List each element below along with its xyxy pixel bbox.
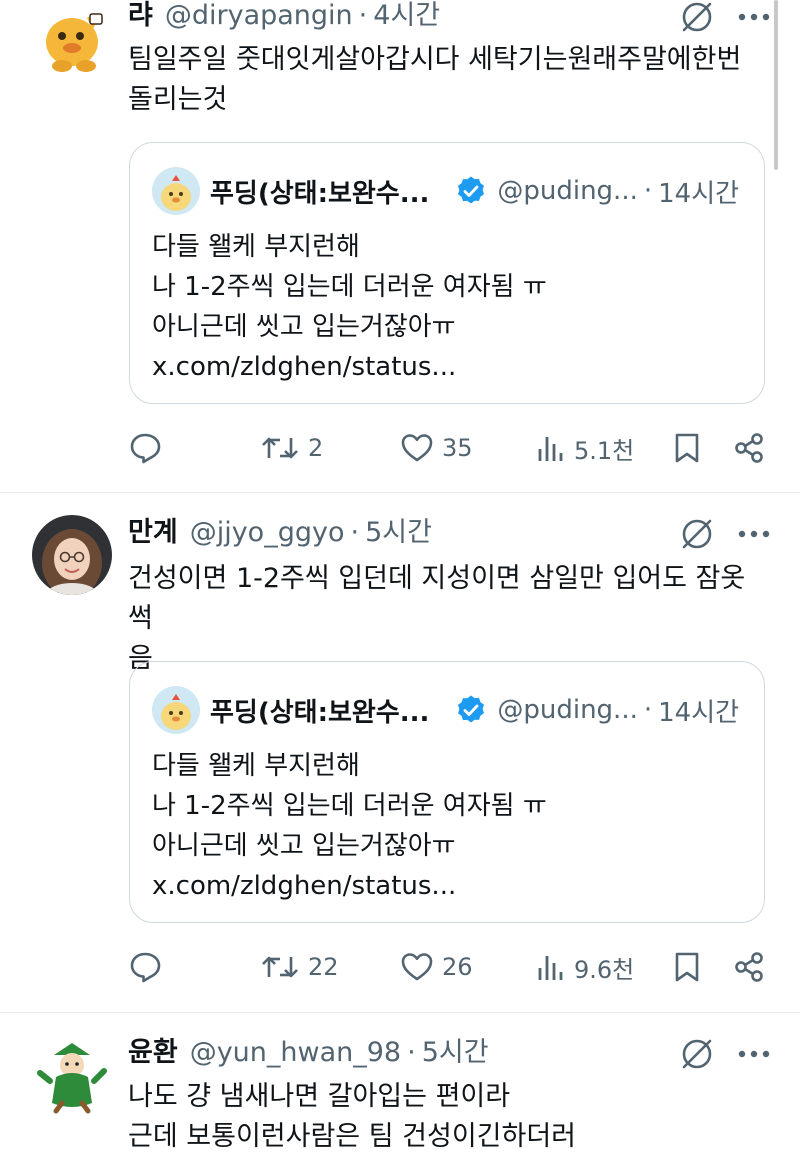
quoted-text-line: 나 1-2주씩 입는데 더러운 여자됨 ㅠ — [152, 791, 547, 821]
tweet[interactable]: 만계 @jjyo_ggyo · 5시간 건성이면 1-2주씩 입던데 지성이면 … — [0, 493, 800, 1013]
action-bar: 2 35 5.1천 — [128, 428, 768, 468]
quoted-header: 푸딩(상태:보완수... @puding... · 14시간 — [210, 690, 748, 730]
views-count: 5.1천 — [574, 436, 635, 465]
tweet-header: 랴 @diryapangin · 4시간 — [128, 0, 440, 34]
quoted-text-line: 아니근데 씻고 입는거잖아ㅠ — [152, 312, 456, 342]
quoted-text-line: 다들 왤케 부지런해 — [152, 751, 360, 781]
quoted-header: 푸딩(상태:보완수... @puding... · 14시간 — [210, 171, 748, 211]
bookmark-icon — [675, 433, 699, 463]
like-count: 35 — [442, 434, 473, 462]
views-icon — [538, 956, 563, 980]
timestamp[interactable]: 5시간 — [365, 515, 432, 551]
separator-dot: · — [358, 0, 368, 31]
grok-icon[interactable] — [680, 1037, 714, 1071]
bookmark-icon — [675, 952, 699, 982]
reply-icon — [130, 952, 161, 983]
quoted-timestamp: 14시간 — [658, 178, 740, 209]
heart-icon — [401, 434, 433, 462]
like-count: 26 — [442, 953, 473, 981]
share-button[interactable] — [732, 947, 766, 987]
timestamp[interactable]: 5시간 — [422, 1035, 489, 1071]
views-button[interactable]: 5.1천 — [536, 428, 634, 468]
separator-dot: · — [350, 517, 360, 548]
bookmark-button[interactable] — [672, 428, 702, 468]
heart-icon — [401, 953, 433, 981]
user-handle[interactable]: @yun_hwan_98 — [190, 1035, 401, 1071]
more-horizontal-icon[interactable] — [734, 517, 774, 551]
share-icon — [735, 433, 763, 463]
quoted-text: 다들 왤케 부지런해 나 1-2주씩 입는데 더러운 여자됨 ㅠ 아니근데 씻고… — [152, 227, 547, 387]
quoted-text-line: 다들 왤케 부지런해 — [152, 232, 360, 262]
reply-button[interactable] — [128, 947, 162, 987]
share-button[interactable] — [732, 428, 766, 468]
timeline: 랴 @diryapangin · 4시간 팀일주일 줏대잇게살아갑시다 세탁기는… — [0, 0, 800, 1174]
quoted-avatar[interactable] — [152, 167, 200, 215]
tweet-text: 나도 걍 냄새나면 갈아입는 편이라 근데 보통이런사람은 팀 건성이긴하더러 — [128, 1081, 577, 1152]
quoted-text-line: 나 1-2주씩 입는데 더러운 여자됨 ㅠ — [152, 272, 547, 302]
quoted-display-name: 푸딩(상태:보완수... — [210, 697, 430, 728]
tweet[interactable]: 랴 @diryapangin · 4시간 팀일주일 줏대잇게살아갑시다 세탁기는… — [0, 0, 800, 492]
quoted-avatar[interactable] — [152, 686, 200, 734]
display-name[interactable]: 만계 — [128, 515, 178, 551]
user-handle[interactable]: @jjyo_ggyo — [190, 515, 345, 551]
quoted-link[interactable]: x.com/zldghen/status... — [152, 347, 547, 387]
separator-dot: · — [643, 695, 653, 725]
quoted-handle: @puding... — [497, 176, 638, 206]
reply-button[interactable] — [128, 428, 162, 468]
verified-badge-icon — [458, 695, 485, 723]
more-horizontal-icon[interactable] — [734, 0, 774, 34]
quoted-handle: @puding... — [497, 695, 638, 725]
quoted-tweet[interactable]: 푸딩(상태:보완수... @puding... · 14시간 다들 왤케 부지런… — [129, 661, 765, 923]
action-bar: 22 26 9.6천 — [128, 947, 768, 987]
quoted-text: 다들 왤케 부지런해 나 1-2주씩 입는데 더러운 여자됨 ㅠ 아니근데 씻고… — [152, 746, 547, 906]
tweet[interactable]: 윤환 @yun_hwan_98 · 5시간 나도 걍 냄새나면 갈아입는 편이라… — [0, 1013, 800, 1174]
verified-badge-icon — [458, 176, 485, 204]
display-name[interactable]: 윤환 — [128, 1035, 178, 1071]
avatar[interactable] — [32, 0, 112, 80]
grok-icon[interactable] — [680, 517, 714, 551]
tweet-header: 윤환 @yun_hwan_98 · 5시간 — [128, 1035, 489, 1071]
quoted-link[interactable]: x.com/zldghen/status... — [152, 866, 547, 906]
user-handle[interactable]: @diryapangin — [165, 0, 353, 34]
avatar[interactable] — [32, 1035, 112, 1115]
avatar[interactable] — [32, 515, 112, 595]
retweet-count: 2 — [308, 434, 324, 462]
display-name[interactable]: 랴 — [128, 0, 153, 34]
tweet-header: 만계 @jjyo_ggyo · 5시간 — [128, 515, 432, 551]
timestamp[interactable]: 4시간 — [373, 0, 440, 34]
share-icon — [735, 952, 763, 982]
retweet-count: 22 — [308, 953, 339, 981]
views-icon — [538, 437, 563, 461]
retweet-icon — [262, 956, 298, 978]
tweet-text: 팀일주일 줏대잇게살아갑시다 세탁기는원래주말에한번 돌리는것 — [128, 44, 742, 115]
quoted-tweet[interactable]: 푸딩(상태:보완수... @puding... · 14시간 다들 왤케 부지런… — [129, 142, 765, 404]
quoted-text-line: 아니근데 씻고 입는거잖아ㅠ — [152, 831, 456, 861]
reply-icon — [130, 433, 161, 464]
separator-dot: · — [643, 176, 653, 206]
grok-icon[interactable] — [680, 0, 714, 34]
like-button[interactable]: 26 — [400, 947, 473, 987]
views-count: 9.6천 — [574, 955, 635, 984]
views-button[interactable]: 9.6천 — [536, 947, 634, 987]
like-button[interactable]: 35 — [400, 428, 473, 468]
separator-dot: · — [407, 1037, 416, 1068]
quoted-timestamp: 14시간 — [658, 697, 740, 728]
bookmark-button[interactable] — [672, 947, 702, 987]
retweet-button[interactable]: 22 — [260, 947, 339, 987]
quoted-display-name: 푸딩(상태:보완수... — [210, 178, 430, 209]
retweet-button[interactable]: 2 — [260, 428, 323, 468]
more-horizontal-icon[interactable] — [734, 1037, 774, 1071]
retweet-icon — [262, 437, 298, 459]
